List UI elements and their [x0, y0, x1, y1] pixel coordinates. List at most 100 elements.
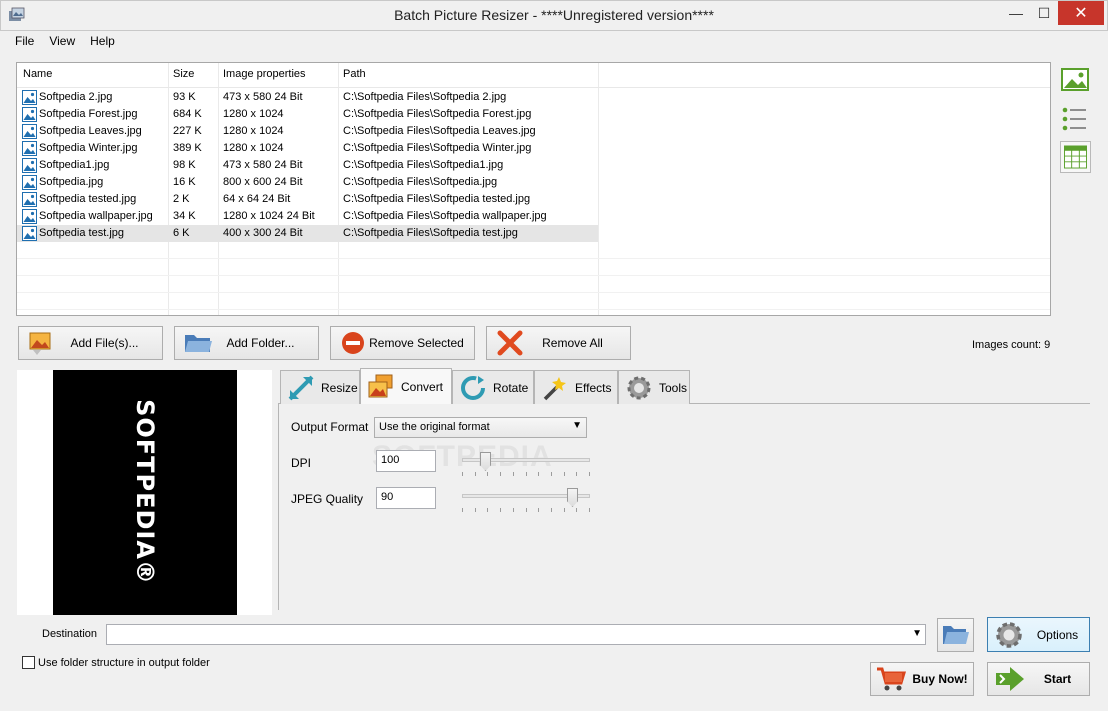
add-files-button[interactable]: Add File(s)...	[18, 326, 163, 360]
chevron-down-icon[interactable]: ▼	[912, 628, 922, 639]
cell-name: Softpedia1.jpg	[39, 159, 110, 171]
menu-view[interactable]: View	[42, 32, 83, 50]
convert-images-icon	[368, 374, 393, 397]
slider-tick	[538, 508, 539, 512]
cell-size: 16 K	[173, 176, 196, 188]
table-row[interactable]: Softpedia tested.jpg 2 K 64 x 64 24 Bit C:\…	[17, 191, 598, 208]
cell-props: 400 x 300 24 Bit	[223, 227, 303, 239]
shopping-cart-icon	[877, 667, 907, 691]
file-list[interactable]: Name Size Image properties Path Softpedi…	[16, 62, 1051, 316]
add-image-icon	[29, 332, 51, 355]
cell-size: 34 K	[173, 210, 196, 222]
cell-props: 1280 x 1024	[223, 108, 284, 120]
cell-path: C:\Softpedia Files\Softpedia wallpaper.j…	[343, 210, 547, 222]
cell-path: C:\Softpedia Files\Softpedia.jpg	[343, 176, 498, 188]
image-file-icon	[22, 141, 37, 156]
images-count: Images count: 9	[972, 339, 1051, 351]
remove-selected-label: Remove Selected	[369, 336, 464, 350]
tab-rotate[interactable]: Rotate	[452, 370, 534, 404]
tab-convert[interactable]: Convert	[360, 368, 452, 404]
tab-resize-label: Resize	[321, 380, 358, 395]
details-view-button[interactable]	[1060, 141, 1091, 173]
slider-tick	[500, 508, 501, 512]
dpi-slider[interactable]	[462, 452, 590, 476]
cell-size: 6 K	[173, 227, 190, 239]
image-file-icon	[22, 124, 37, 139]
column-header-name[interactable]: Name	[23, 68, 52, 80]
jpeg-quality-slider[interactable]	[462, 488, 590, 514]
jpeg-quality-label: JPEG Quality	[291, 492, 364, 506]
cell-props: 800 x 600 24 Bit	[223, 176, 303, 188]
list-view-icon[interactable]	[1060, 106, 1090, 132]
dpi-slider-thumb[interactable]	[480, 452, 491, 471]
minimize-button[interactable]: —	[1002, 1, 1030, 25]
rotate-icon	[461, 375, 485, 400]
slider-tick	[526, 508, 527, 512]
column-header-path[interactable]: Path	[343, 68, 366, 80]
table-row[interactable]: Softpedia wallpaper.jpg 34 K 1280 x 1024 2…	[17, 208, 598, 225]
jpeg-quality-input[interactable]: 90	[376, 487, 436, 509]
table-row[interactable]: Softpedia Forest.jpg 684 K 1280 x 1024 C:\S…	[17, 106, 598, 123]
start-button[interactable]: Start	[987, 662, 1090, 696]
cell-size: 389 K	[173, 142, 202, 154]
output-format-label: Output Format	[291, 420, 369, 434]
resize-arrows-icon	[288, 375, 314, 400]
add-files-label: Add File(s)...	[70, 336, 139, 350]
slider-tick	[589, 472, 590, 476]
thumbnail-view-icon[interactable]	[1060, 67, 1090, 93]
output-format-value: Use the original format	[379, 421, 490, 433]
jpeg-slider-thumb[interactable]	[567, 488, 578, 507]
maximize-button[interactable]: ☐	[1030, 1, 1058, 25]
image-file-icon	[22, 209, 37, 224]
dpi-label: DPI	[291, 456, 312, 470]
cell-name: Softpedia tested.jpg	[39, 193, 137, 205]
cell-name: Softpedia test.jpg	[39, 227, 125, 239]
cell-size: 98 K	[173, 159, 196, 171]
menu-file[interactable]: File	[8, 32, 42, 50]
cell-path: C:\Softpedia Files\Softpedia1.jpg	[343, 159, 504, 171]
column-header-size[interactable]: Size	[173, 68, 194, 80]
empty-row	[17, 259, 1050, 276]
cell-path: C:\Softpedia Files\Softpedia test.jpg	[343, 227, 518, 239]
tab-tools[interactable]: Tools	[618, 370, 690, 404]
use-folder-structure-checkbox[interactable]: Use folder structure in output folder	[22, 656, 210, 669]
dpi-input[interactable]: 100	[376, 450, 436, 472]
add-folder-label: Add Folder...	[226, 336, 295, 350]
table-row[interactable]: Softpedia test.jpg 6 K 400 x 300 24 Bit C:\…	[17, 225, 598, 242]
start-label: Start	[1043, 672, 1072, 686]
buy-now-button[interactable]: Buy Now!	[870, 662, 974, 696]
slider-tick	[564, 508, 565, 512]
close-button[interactable]: ✕	[1058, 1, 1104, 25]
remove-all-button[interactable]: Remove All	[486, 326, 631, 360]
table-row[interactable]: Softpedia.jpg 16 K 800 x 600 24 Bit C:\Soft…	[17, 174, 598, 191]
cell-props: 1280 x 1024	[223, 142, 284, 154]
tab-resize[interactable]: Resize	[280, 370, 360, 404]
remove-selected-button[interactable]: Remove Selected	[330, 326, 475, 360]
add-folder-button[interactable]: Add Folder...	[174, 326, 319, 360]
menu-help[interactable]: Help	[83, 32, 123, 50]
options-button[interactable]: Options	[987, 617, 1090, 652]
checkbox-box[interactable]	[22, 656, 35, 669]
slider-tick	[576, 508, 577, 512]
table-row[interactable]: Softpedia Leaves.jpg 227 K 1280 x 1024 C:\S…	[17, 123, 598, 140]
output-format-select[interactable]: Use the original format ▼	[374, 417, 587, 438]
table-row[interactable]: Softpedia1.jpg 98 K 473 x 580 24 Bit C:\Sof…	[17, 157, 598, 174]
destination-combobox[interactable]: ▼	[106, 624, 926, 645]
slider-tick	[487, 472, 488, 476]
image-file-icon	[22, 158, 37, 173]
slider-tick	[551, 508, 552, 512]
table-row[interactable]: Softpedia Winter.jpg 389 K 1280 x 1024 C:\S…	[17, 140, 598, 157]
gear-icon	[996, 621, 1022, 648]
column-header-image-properties[interactable]: Image properties	[223, 68, 306, 80]
cell-name: Softpedia wallpaper.jpg	[39, 210, 153, 222]
cell-props: 473 x 580 24 Bit	[223, 91, 303, 103]
tab-effects[interactable]: Effects	[534, 370, 618, 404]
menu-bar: File View Help	[8, 32, 123, 50]
cell-size: 227 K	[173, 125, 202, 137]
cell-props: 64 x 64 24 Bit	[223, 193, 291, 205]
open-folder-icon	[943, 626, 969, 644]
tab-convert-label: Convert	[401, 379, 444, 394]
table-row[interactable]: Softpedia 2.jpg 93 K 473 x 580 24 Bit C:\So…	[17, 89, 598, 106]
browse-folder-button[interactable]	[937, 618, 974, 652]
cell-props: 1280 x 1024	[223, 125, 284, 137]
